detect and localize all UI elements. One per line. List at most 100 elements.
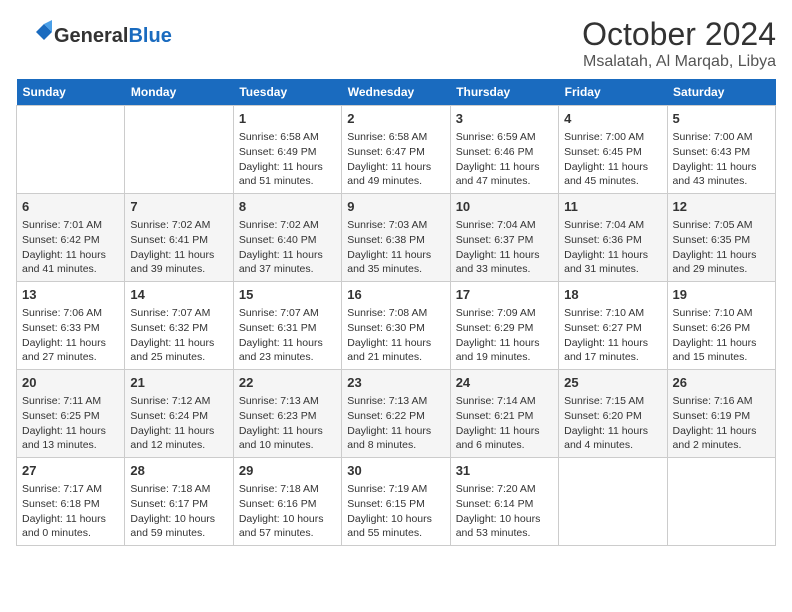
day-cell: 26 Sunrise: 7:16 AM Sunset: 6:19 PM Dayli… [667,370,775,458]
day-info: Sunrise: 7:07 AM Sunset: 6:32 PM Dayligh… [130,306,227,365]
day-number: 6 [22,198,119,216]
day-number: 11 [564,198,661,216]
day-info: Sunrise: 7:10 AM Sunset: 6:26 PM Dayligh… [673,306,770,365]
week-row-2: 6Sunrise: 7:01 AM Sunset: 6:42 PM Daylig… [17,194,776,282]
day-number: 25 [564,374,661,392]
day-cell [667,458,775,546]
month-title: October 2024 [582,16,776,53]
day-cell: 30Sunrise: 7:19 AM Sunset: 6:15 PM Dayli… [342,458,450,546]
day-info: Sunrise: 7:14 AM Sunset: 6:21 PM Dayligh… [456,394,553,453]
day-info: Sunrise: 7:04 AM Sunset: 6:36 PM Dayligh… [564,218,661,277]
weekday-header-row: SundayMondayTuesdayWednesdayThursdayFrid… [17,79,776,106]
day-info: Sunrise: 7:06 AM Sunset: 6:33 PM Dayligh… [22,306,119,365]
day-info: Sunrise: 7:00 AM Sunset: 6:43 PM Dayligh… [673,130,770,189]
weekday-header-wednesday: Wednesday [342,79,450,106]
day-number: 29 [239,462,336,480]
day-number: 8 [239,198,336,216]
day-cell: 16 Sunrise: 7:08 AM Sunset: 6:30 PM Dayli… [342,282,450,370]
day-number: 21 [130,374,227,392]
day-cell: 12 Sunrise: 7:05 AM Sunset: 6:35 PM Dayli… [667,194,775,282]
day-info: Sunrise: 7:20 AM Sunset: 6:14 PM Dayligh… [456,482,553,541]
day-cell: 15 Sunrise: 7:07 AM Sunset: 6:31 PM Dayli… [233,282,341,370]
day-info: Sunrise: 7:08 AM Sunset: 6:30 PM Dayligh… [347,306,444,365]
day-info: Sunrise: 7:11 AM Sunset: 6:25 PM Dayligh… [22,394,119,453]
day-number: 17 [456,286,553,304]
day-number: 15 [239,286,336,304]
week-row-1: 1 Sunrise: 6:58 AM Sunset: 6:49 PM Daylig… [17,106,776,194]
day-info: Sunrise: 7:10 AM Sunset: 6:27 PM Dayligh… [564,306,661,365]
day-number: 2 [347,110,444,128]
day-cell: 23 Sunrise: 7:13 AM Sunset: 6:22 PM Dayli… [342,370,450,458]
weekday-header-thursday: Thursday [450,79,558,106]
day-info: Sunrise: 7:04 AM Sunset: 6:37 PM Dayligh… [456,218,553,277]
week-row-5: 27 Sunrise: 7:17 AM Sunset: 6:18 PM Dayli… [17,458,776,546]
day-info: Sunrise: 7:15 AM Sunset: 6:20 PM Dayligh… [564,394,661,453]
day-number: 16 [347,286,444,304]
day-number: 5 [673,110,770,128]
day-cell: 25 Sunrise: 7:15 AM Sunset: 6:20 PM Dayli… [559,370,667,458]
day-info: Sunrise: 7:05 AM Sunset: 6:35 PM Dayligh… [673,218,770,277]
day-cell: 27 Sunrise: 7:17 AM Sunset: 6:18 PM Dayli… [17,458,125,546]
weekday-header-sunday: Sunday [17,79,125,106]
day-cell: 21Sunrise: 7:12 AM Sunset: 6:24 PM Dayli… [125,370,233,458]
day-info: Sunrise: 7:13 AM Sunset: 6:23 PM Dayligh… [239,394,336,453]
day-cell: 10 Sunrise: 7:04 AM Sunset: 6:37 PM Dayli… [450,194,558,282]
day-cell: 31 Sunrise: 7:20 AM Sunset: 6:14 PM Dayli… [450,458,558,546]
day-cell [125,106,233,194]
day-number: 24 [456,374,553,392]
page-header: GeneralBlue October 2024 Msalatah, Al Ma… [16,16,776,71]
day-info: Sunrise: 7:16 AM Sunset: 6:19 PM Dayligh… [673,394,770,453]
day-cell: 29 Sunrise: 7:18 AM Sunset: 6:16 PM Dayli… [233,458,341,546]
day-number: 22 [239,374,336,392]
day-cell: 24 Sunrise: 7:14 AM Sunset: 6:21 PM Dayli… [450,370,558,458]
day-info: Sunrise: 6:58 AM Sunset: 6:49 PM Dayligh… [239,130,336,189]
day-number: 23 [347,374,444,392]
day-cell: 9 Sunrise: 7:03 AM Sunset: 6:38 PM Daylig… [342,194,450,282]
day-number: 19 [673,286,770,304]
day-cell: 20 Sunrise: 7:11 AM Sunset: 6:25 PM Dayli… [17,370,125,458]
location-title: Msalatah, Al Marqab, Libya [582,53,776,71]
weekday-header-friday: Friday [559,79,667,106]
day-cell: 17 Sunrise: 7:09 AM Sunset: 6:29 PM Dayli… [450,282,558,370]
day-info: Sunrise: 7:18 AM Sunset: 6:16 PM Dayligh… [239,482,336,541]
day-cell: 8 Sunrise: 7:02 AM Sunset: 6:40 PM Daylig… [233,194,341,282]
day-number: 26 [673,374,770,392]
day-number: 20 [22,374,119,392]
day-number: 13 [22,286,119,304]
day-info: Sunrise: 7:03 AM Sunset: 6:38 PM Dayligh… [347,218,444,277]
day-number: 31 [456,462,553,480]
day-number: 10 [456,198,553,216]
weekday-header-monday: Monday [125,79,233,106]
week-row-3: 13 Sunrise: 7:06 AM Sunset: 6:33 PM Dayli… [17,282,776,370]
day-number: 27 [22,462,119,480]
day-info: Sunrise: 7:13 AM Sunset: 6:22 PM Dayligh… [347,394,444,453]
day-number: 1 [239,110,336,128]
logo: GeneralBlue [16,16,172,57]
day-info: Sunrise: 7:09 AM Sunset: 6:29 PM Dayligh… [456,306,553,365]
day-cell: 14Sunrise: 7:07 AM Sunset: 6:32 PM Dayli… [125,282,233,370]
day-cell: 2Sunrise: 6:58 AM Sunset: 6:47 PM Daylig… [342,106,450,194]
day-number: 12 [673,198,770,216]
day-info: Sunrise: 7:02 AM Sunset: 6:40 PM Dayligh… [239,218,336,277]
calendar-table: SundayMondayTuesdayWednesdayThursdayFrid… [16,79,776,546]
day-cell: 18Sunrise: 7:10 AM Sunset: 6:27 PM Dayli… [559,282,667,370]
day-cell: 1 Sunrise: 6:58 AM Sunset: 6:49 PM Daylig… [233,106,341,194]
logo-icon [16,16,52,52]
day-cell [17,106,125,194]
day-cell: 11 Sunrise: 7:04 AM Sunset: 6:36 PM Dayli… [559,194,667,282]
title-block: October 2024 Msalatah, Al Marqab, Libya [582,16,776,71]
day-cell: 7 Sunrise: 7:02 AM Sunset: 6:41 PM Daylig… [125,194,233,282]
day-number: 9 [347,198,444,216]
day-number: 7 [130,198,227,216]
day-info: Sunrise: 7:18 AM Sunset: 6:17 PM Dayligh… [130,482,227,541]
day-cell: 28Sunrise: 7:18 AM Sunset: 6:17 PM Dayli… [125,458,233,546]
day-info: Sunrise: 6:59 AM Sunset: 6:46 PM Dayligh… [456,130,553,189]
day-info: Sunrise: 7:17 AM Sunset: 6:18 PM Dayligh… [22,482,119,541]
day-info: Sunrise: 7:02 AM Sunset: 6:41 PM Dayligh… [130,218,227,277]
day-cell: 5 Sunrise: 7:00 AM Sunset: 6:43 PM Daylig… [667,106,775,194]
day-info: Sunrise: 7:07 AM Sunset: 6:31 PM Dayligh… [239,306,336,365]
day-cell: 13 Sunrise: 7:06 AM Sunset: 6:33 PM Dayli… [17,282,125,370]
day-cell: 4Sunrise: 7:00 AM Sunset: 6:45 PM Daylig… [559,106,667,194]
weekday-header-tuesday: Tuesday [233,79,341,106]
day-info: Sunrise: 7:19 AM Sunset: 6:15 PM Dayligh… [347,482,444,541]
